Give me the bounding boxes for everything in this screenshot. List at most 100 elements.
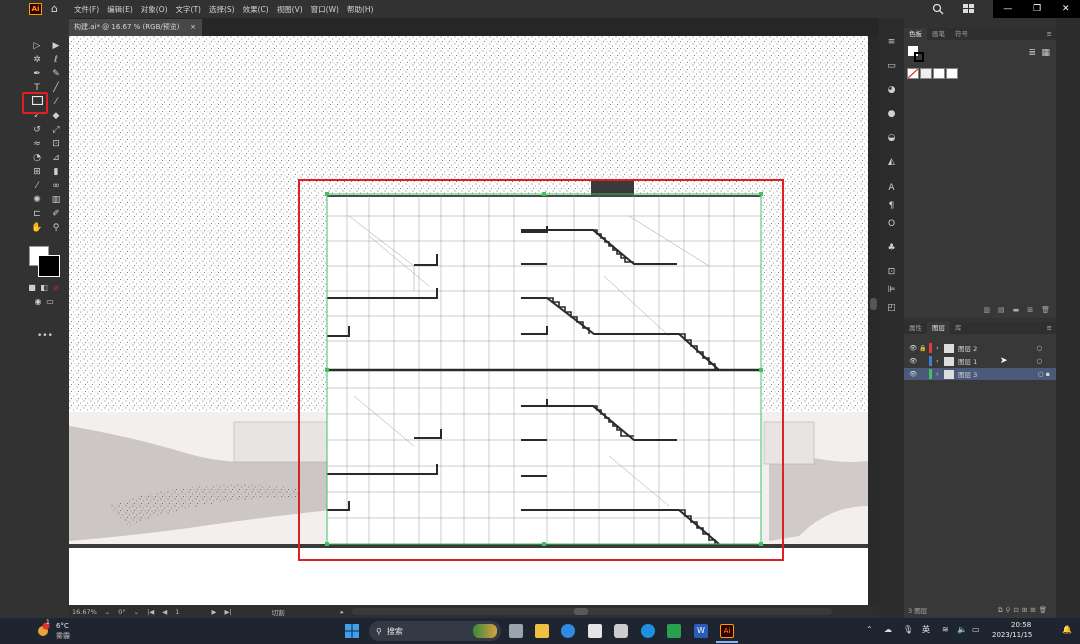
direct-selection-tool-icon[interactable]: ▶	[49, 40, 63, 52]
menu-effect[interactable]: 效果(C)	[242, 4, 270, 15]
vertical-scrollbar[interactable]	[868, 36, 879, 605]
wifi-icon[interactable]: ≋	[942, 625, 949, 634]
new-swatch-icon[interactable]: ⊞	[1027, 306, 1033, 318]
prev-artboard-icon[interactable]: ◀	[162, 608, 167, 616]
target-circle-icon[interactable]: ○	[1036, 344, 1042, 352]
expand-chevron-icon[interactable]: ›	[936, 357, 944, 365]
thumbnail-view-icon[interactable]: ▦	[1041, 48, 1050, 58]
lasso-icon[interactable]: ℓ	[49, 54, 63, 66]
layer-name[interactable]: 图层 1	[958, 356, 977, 366]
blend-tool-icon[interactable]: ∞	[49, 180, 63, 192]
free-transform-icon[interactable]: ⊡	[49, 138, 63, 150]
taskbar-search[interactable]: ⚲ 搜索	[369, 621, 501, 641]
delete-swatch-icon[interactable]: 🗑	[1041, 306, 1050, 318]
eyedropper-icon[interactable]: ⁄	[30, 180, 44, 192]
battery-icon[interactable]: ▭	[972, 625, 980, 634]
status-menu-arrow-icon[interactable]: ▸	[341, 608, 344, 616]
swatch-stroke-preview[interactable]	[914, 52, 924, 62]
character-icon[interactable]: A	[885, 182, 898, 194]
visibility-eye-icon[interactable]: 👁	[909, 357, 919, 365]
zoom-tool-icon[interactable]: ⚲	[49, 222, 63, 234]
magic-wand-icon[interactable]: ✲	[30, 54, 44, 66]
tab-layers[interactable]: 图层	[927, 322, 950, 334]
home-icon[interactable]: ⌂	[48, 3, 61, 15]
last-artboard-icon[interactable]: ▶|	[224, 608, 231, 616]
target-circle-icon[interactable]: ○ ▪	[1038, 370, 1050, 378]
layer-name[interactable]: 图层 3	[958, 369, 977, 379]
paintbrush-icon[interactable]: ⁄	[49, 96, 63, 108]
tab-libraries[interactable]: 库	[950, 322, 967, 334]
menu-object[interactable]: 对象(O)	[140, 4, 169, 15]
next-artboard-icon[interactable]: ▶	[211, 608, 216, 616]
tab-symbols[interactable]: 符号	[950, 28, 973, 40]
microphone-icon[interactable]: 🎙	[903, 625, 913, 634]
swatch-white-2[interactable]	[946, 68, 958, 79]
column-graph-icon[interactable]: ▥	[49, 194, 63, 206]
screen-mode-icon[interactable]: ▭	[43, 296, 57, 308]
align-icon[interactable]: ⊫	[885, 284, 898, 296]
collapse-panels-icon[interactable]: ≡	[885, 36, 898, 48]
layer-row[interactable]: 👁 🔒 › 图层 2 ○	[904, 342, 1056, 354]
selection-tool-icon[interactable]: ▷	[30, 40, 44, 52]
color-panel-icon[interactable]: ◕	[885, 84, 898, 96]
color-guide-icon[interactable]: ●	[885, 108, 898, 120]
minimize-icon[interactable]: —	[1003, 4, 1012, 14]
new-swatch-group-icon[interactable]: ▬	[1013, 306, 1020, 318]
ime-indicator[interactable]: 英	[922, 624, 930, 635]
gradient-tool-icon[interactable]: ▮	[49, 166, 63, 178]
shape-builder-icon[interactable]: ◔	[30, 152, 44, 164]
menu-view[interactable]: 视图(V)	[276, 4, 304, 15]
rotation-angle[interactable]: 0°	[118, 608, 125, 616]
vertical-scroll-thumb[interactable]	[870, 298, 877, 310]
rotate-tool-icon[interactable]: ↺	[30, 124, 44, 136]
search-icon[interactable]	[932, 0, 944, 18]
tray-chevron-icon[interactable]: ⌃	[866, 625, 873, 634]
browser-icon[interactable]	[641, 624, 655, 638]
swatch-library-icon[interactable]: ▥	[983, 306, 990, 318]
canvas-area[interactable]	[69, 36, 868, 605]
angle-dropdown-icon[interactable]: ⌄	[134, 608, 139, 616]
menu-file[interactable]: 文件(F)	[73, 4, 100, 15]
swatch-white[interactable]	[933, 68, 945, 79]
zoom-level[interactable]: 16.67%	[72, 608, 97, 616]
arrange-documents-icon[interactable]	[963, 0, 975, 18]
close-window-icon[interactable]: ✕	[1062, 4, 1070, 14]
layers-menu-icon[interactable]: ≡	[1047, 324, 1056, 332]
visibility-eye-icon[interactable]: 👁	[909, 344, 919, 352]
artboard-tool-icon[interactable]: ⊏	[30, 208, 44, 220]
list-view-icon[interactable]: ≣	[1028, 48, 1036, 58]
tab-swatches[interactable]: 色板	[904, 28, 927, 40]
perspective-grid-icon[interactable]: ⊿	[49, 152, 63, 164]
layer-row[interactable]: 👁 › 图层 1 ○	[904, 355, 1056, 367]
comments-icon[interactable]: ▭	[885, 60, 898, 72]
store-icon[interactable]	[588, 624, 602, 638]
word-icon[interactable]: W	[694, 624, 708, 638]
zoom-dropdown-icon[interactable]: ⌄	[105, 608, 110, 616]
swatch-none[interactable]	[907, 68, 919, 79]
tab-brushes[interactable]: 画笔	[927, 28, 950, 40]
swatch-registration[interactable]	[920, 68, 932, 79]
panel-menu-icon[interactable]: ≡	[1047, 30, 1056, 38]
hand-tool-icon[interactable]: ✋	[30, 222, 44, 234]
first-artboard-icon[interactable]: |◀	[147, 608, 154, 616]
restore-icon[interactable]: ❐	[1033, 4, 1041, 14]
visibility-eye-icon[interactable]: 👁	[909, 370, 919, 378]
menu-type[interactable]: 文字(T)	[175, 4, 202, 15]
more-tools-icon[interactable]: •••	[37, 330, 53, 342]
expand-chevron-icon[interactable]: ›	[936, 344, 944, 352]
clock-time[interactable]: 20:58	[1011, 621, 1031, 629]
scale-tool-icon[interactable]: ⤢	[49, 124, 63, 136]
close-tab-icon[interactable]: ×	[190, 19, 196, 36]
swatch-options-icon[interactable]: ▤	[998, 306, 1005, 318]
artboard-number[interactable]: 1	[175, 608, 179, 616]
menu-edit[interactable]: 编辑(E)	[106, 4, 134, 15]
symbols-panel-icon[interactable]: ♣	[885, 242, 898, 254]
clock-date[interactable]: 2023/11/15	[992, 631, 1032, 639]
tab-properties[interactable]: 属性	[904, 322, 927, 334]
menu-help[interactable]: 帮助(H)	[346, 4, 375, 15]
onedrive-icon[interactable]: ☁	[884, 625, 892, 634]
eraser-icon[interactable]: ◆	[49, 110, 63, 122]
gradient-panel-icon[interactable]: ◭	[885, 156, 898, 168]
paragraph-icon[interactable]: ¶	[885, 200, 898, 212]
width-tool-icon[interactable]: ≈	[30, 138, 44, 150]
